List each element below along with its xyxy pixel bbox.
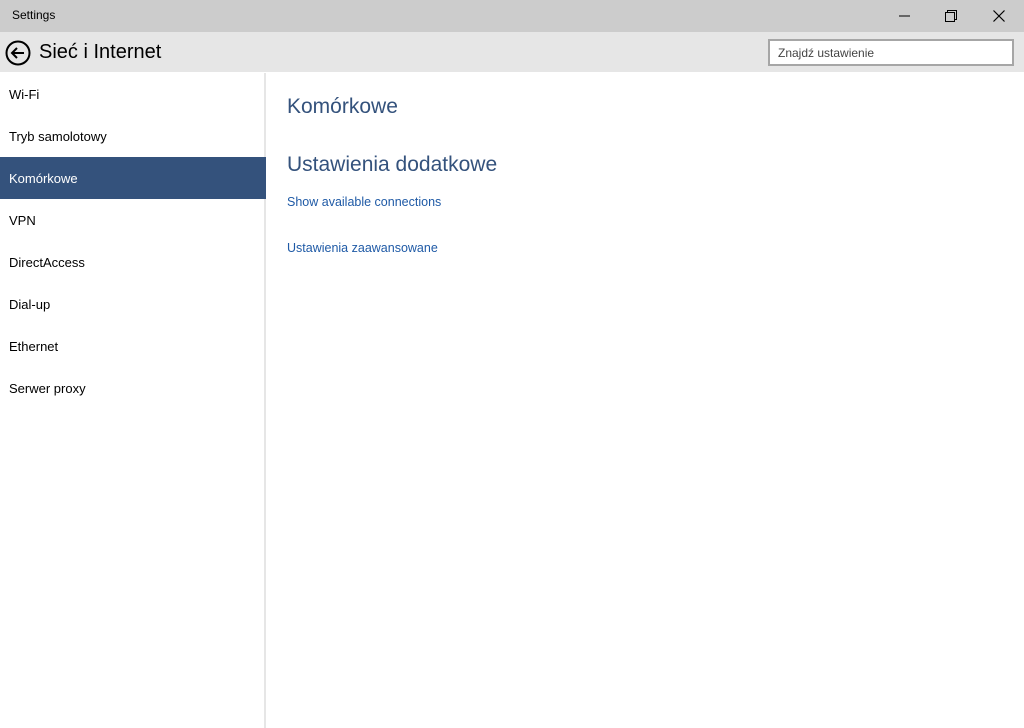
search-input[interactable] [768,39,1014,66]
section-title: Komórkowe [287,95,398,118]
settings-window: Settings Sieć i Internet Znajdź ustawien… [0,0,1024,728]
sidebar-item-label: Serwer proxy [9,380,86,396]
minimize-icon [899,15,910,17]
sidebar-item-directaccess[interactable]: DirectAccess [0,241,266,283]
subsection-title: Ustawienia dodatkowe [287,153,498,176]
sidebar-item-vpn[interactable]: VPN [0,199,266,241]
sidebar-nav: Wi-Fi Tryb samolotowy Komórkowe VPN Dire… [0,73,266,728]
back-arrow-icon [5,40,31,66]
sidebar-item-label: Wi-Fi [9,86,40,102]
sidebar-item-dialup[interactable]: Dial-up [0,283,266,325]
page-header: Sieć i Internet [0,32,1024,72]
close-button[interactable] [976,0,1022,32]
page-title: Sieć i Internet [39,41,162,63]
advanced-settings-link[interactable]: Ustawienia zaawansowane [287,241,438,255]
restore-icon [945,10,957,22]
app-title: Settings [12,8,56,22]
sidebar-item-wifi[interactable]: Wi-Fi [0,73,266,115]
sidebar-item-label: Ethernet [9,338,59,354]
back-button[interactable] [4,39,32,67]
sidebar-item-label: Dial-up [9,296,51,312]
minimize-button[interactable] [882,0,928,32]
sidebar-item-label: VPN [9,212,36,228]
sidebar-item-ethernet[interactable]: Ethernet [0,325,266,367]
sidebar-item-label: Komórkowe [9,170,78,186]
show-available-connections-link[interactable]: Show available connections [287,195,441,209]
sidebar-item-airplane-mode[interactable]: Tryb samolotowy [0,115,266,157]
sidebar-item-proxy[interactable]: Serwer proxy [0,367,266,409]
sidebar-item-label: DirectAccess [9,254,85,270]
maximize-button[interactable] [928,0,974,32]
sidebar-item-label: Tryb samolotowy [9,128,107,144]
close-icon [993,10,1005,22]
title-bar: Settings [0,0,1024,32]
sidebar-item-cellular[interactable]: Komórkowe [0,157,266,199]
